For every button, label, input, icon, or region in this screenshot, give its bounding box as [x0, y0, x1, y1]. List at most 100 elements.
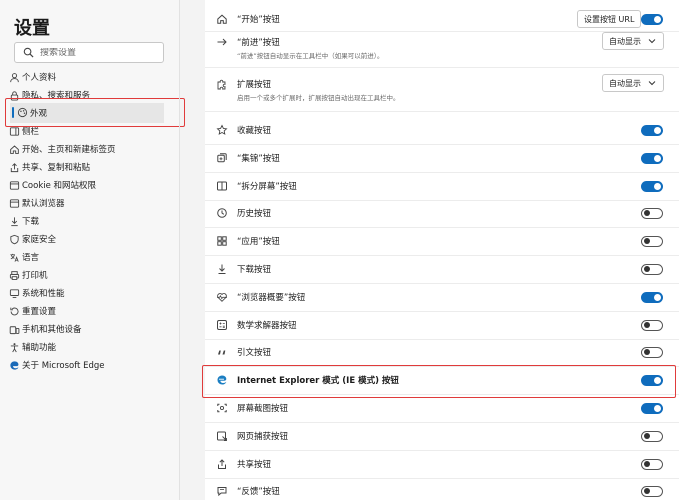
sidebar-item-17[interactable]: 关于 Microsoft Edge — [0, 356, 179, 374]
profile-icon — [8, 71, 20, 83]
toggle-switch[interactable] — [641, 319, 663, 331]
row-separator — [205, 422, 679, 423]
toggle-switch[interactable] — [641, 263, 663, 275]
toggle-switch[interactable] — [641, 402, 663, 414]
sidebar-item-8[interactable]: 默认浏览器 — [0, 194, 179, 212]
setting-label: 扩展按钮 — [237, 80, 272, 90]
sidebar-item-label: 默认浏览器 — [22, 199, 65, 209]
row-separator — [205, 172, 679, 173]
home-icon — [215, 12, 229, 26]
sidebar-item-label: 关于 Microsoft Edge — [22, 361, 105, 371]
row-separator — [205, 227, 679, 228]
settings-main-panel: “开始”按钮 设置按钮 URL “前进”按钮 “前进”按钮自动显示在工具栏中（如果可以… — [205, 0, 679, 500]
setting-label: 网页捕获按钮 — [237, 432, 289, 442]
home-icon — [8, 143, 20, 155]
share-icon — [8, 161, 20, 173]
sidebar-divider — [179, 0, 180, 500]
search-input[interactable] — [40, 47, 160, 58]
sidebar-item-1[interactable]: 个人资料 — [0, 68, 179, 86]
sidebar-item-7[interactable]: Cookie 和网站权限 — [0, 176, 179, 194]
sidebar-item-6[interactable]: 共享、复制和粘贴 — [0, 158, 179, 176]
collections-icon — [215, 151, 229, 165]
download-icon — [215, 262, 229, 276]
sidebar-item-11[interactable]: 语言 — [0, 248, 179, 266]
sidebar-item-label: 下载 — [22, 217, 40, 227]
edge-icon — [8, 359, 20, 371]
visibility-dropdown[interactable]: 自动显示 — [602, 74, 664, 92]
puzzle-icon — [215, 77, 229, 91]
accessibility-icon — [8, 341, 20, 353]
sidebar-item-5[interactable]: 开始、主页和新建标签页 — [0, 140, 179, 158]
sidebar-item-16[interactable]: 辅助功能 — [0, 338, 179, 356]
site-permissions-icon — [8, 179, 20, 191]
toggle-switch[interactable] — [641, 235, 663, 247]
toggle-switch[interactable] — [641, 458, 663, 470]
row-separator — [205, 67, 679, 68]
toggle-switch[interactable] — [641, 124, 663, 136]
setting-label: 引文按钮 — [237, 348, 272, 358]
download-icon — [8, 215, 20, 227]
web-capture-icon — [215, 429, 229, 443]
setting-label: 收藏按钮 — [237, 126, 272, 136]
language-icon — [8, 251, 20, 263]
setting-label: “浏览器概要”按钮 — [237, 293, 306, 303]
setting-label: 数学求解器按钮 — [237, 321, 297, 331]
set-button-url-button[interactable]: 设置按钮 URL — [577, 10, 642, 28]
toggle-switch[interactable] — [641, 13, 663, 25]
sidebar-item-9[interactable]: 下载 — [0, 212, 179, 230]
family-icon — [8, 233, 20, 245]
sidebar-item-13[interactable]: 系统和性能 — [0, 284, 179, 302]
setting-label: “开始”按钮 — [237, 15, 280, 25]
sidebar-item-label: 系统和性能 — [22, 289, 65, 299]
sidebar-item-label: 辅助功能 — [22, 343, 57, 353]
star-icon — [215, 123, 229, 137]
search-box[interactable] — [14, 42, 164, 63]
sidebar-item-label: 家庭安全 — [22, 235, 57, 245]
visibility-dropdown[interactable]: 自动显示 — [602, 32, 664, 50]
sidebar-item-label: 重置设置 — [22, 307, 57, 317]
setting-description: “前进”按钮自动显示在工具栏中（如果可以前进）。 — [237, 52, 384, 60]
history-icon — [215, 206, 229, 220]
sidebar-item-label: 个人资料 — [22, 73, 57, 83]
toggle-switch[interactable] — [641, 207, 663, 219]
sidebar-item-label: Cookie 和网站权限 — [22, 181, 97, 191]
row-separator — [205, 200, 679, 201]
split-screen-icon — [215, 179, 229, 193]
sidebar-item-10[interactable]: 家庭安全 — [0, 230, 179, 248]
sidebar-item-12[interactable]: 打印机 — [0, 266, 179, 284]
toggle-switch[interactable] — [641, 180, 663, 192]
highlight-box-ie-mode — [202, 365, 676, 398]
setting-label: “集锦”按钮 — [237, 154, 280, 164]
setting-label: 屏幕截图按钮 — [237, 404, 289, 414]
screenshot-icon — [215, 401, 229, 415]
sidebar-item-label: 共享、复制和粘贴 — [22, 163, 91, 173]
sidebar-item-label: 手机和其他设备 — [22, 325, 82, 335]
highlight-box-appearance — [5, 98, 185, 127]
toggle-switch[interactable] — [641, 485, 663, 497]
toggle-switch[interactable] — [641, 291, 663, 303]
toggle-switch[interactable] — [641, 152, 663, 164]
row-separator — [205, 111, 679, 112]
sidebar-item-15[interactable]: 手机和其他设备 — [0, 320, 179, 338]
toggle-switch[interactable] — [641, 346, 663, 358]
setting-label: 共享按钮 — [237, 460, 272, 470]
feedback-icon — [215, 484, 229, 498]
toggle-switch[interactable] — [641, 430, 663, 442]
row-separator — [205, 311, 679, 312]
setting-label: “应用”按钮 — [237, 237, 280, 247]
phone-icon — [8, 323, 20, 335]
heartbeat-icon — [215, 290, 229, 304]
dropdown-value: 自动显示 — [609, 78, 641, 88]
row-separator — [205, 450, 679, 451]
math-solver-icon — [215, 318, 229, 332]
chevron-down-icon — [647, 36, 657, 46]
system-icon — [8, 287, 20, 299]
row-separator — [205, 255, 679, 256]
sidebar-item-14[interactable]: 重置设置 — [0, 302, 179, 320]
setting-description: 启用一个或多个扩展时，扩展按钮自动出现在工具栏中。 — [237, 94, 400, 102]
setting-label: 下载按钮 — [237, 265, 272, 275]
printer-icon — [8, 269, 20, 281]
quote-icon — [215, 345, 229, 359]
dropdown-value: 自动显示 — [609, 36, 641, 46]
setting-label: 历史按钮 — [237, 209, 272, 219]
